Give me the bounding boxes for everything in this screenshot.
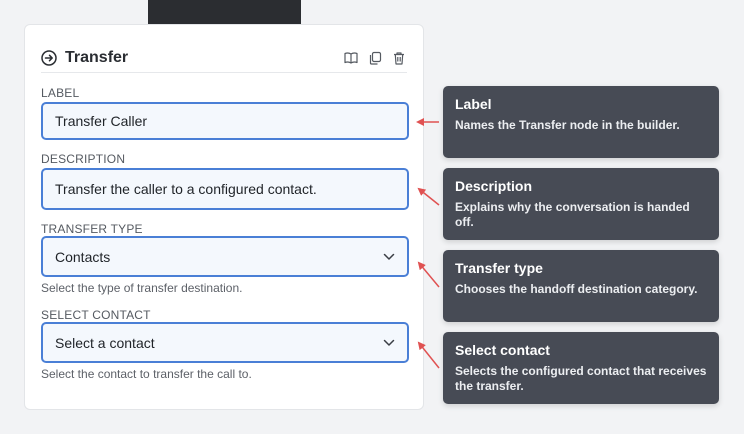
tooltip-description: Explains why the conversation is handed … [455,200,690,229]
select-contact-help: Select the contact to transfer the call … [41,367,252,381]
select-contact-select[interactable]: Select a contact [41,322,409,363]
book-icon[interactable] [343,50,359,66]
select-contact-field-label: SELECT CONTACT [41,308,151,322]
description-input[interactable] [41,168,409,210]
transfer-type-select[interactable]: Contacts [41,236,409,277]
tooltip-title: Select contact [455,342,550,358]
tooltip-title: Label [455,96,492,112]
tooltip-title: Transfer type [455,260,543,276]
arrow-circle-right-icon [41,50,57,66]
select-contact-value: Select a contact [55,334,155,351]
tooltip-select-contact: Select contact Selects the configured co… [443,332,719,404]
tooltip-title: Description [455,178,533,194]
tooltip-description: Selects the configured contact that rece… [455,364,707,393]
panel-title: Transfer [65,49,129,66]
transfer-type-help: Select the type of transfer destination. [41,281,243,295]
chevron-down-icon [383,339,395,346]
description-input-text[interactable] [55,181,395,197]
transfer-node-panel: Transfer LABEL DESCRIPTION TRANSFER TYPE… [24,24,424,410]
tooltip-description: Chooses the handoff destination category… [455,282,698,296]
header-actions [343,50,407,66]
transfer-type-value: Contacts [55,248,111,265]
label-input[interactable] [41,102,409,140]
transfer-type-field-label: TRANSFER TYPE [41,222,143,236]
header-divider [41,72,407,73]
tooltip-transfer-type: Transfer type Chooses the handoff destin… [443,250,719,322]
tooltip-description: Names the Transfer node in the builder. [455,118,680,132]
copy-icon[interactable] [367,50,383,66]
tooltip-label: Label Names the Transfer node in the bui… [443,86,719,158]
tooltip-description: Description Explains why the conversatio… [443,168,719,240]
description-field-label: DESCRIPTION [41,152,126,166]
label-field-label: LABEL [41,86,80,100]
trash-icon[interactable] [391,50,407,66]
panel-header: Transfer [41,43,407,73]
chevron-down-icon [383,253,395,260]
label-input-text[interactable] [55,113,395,129]
